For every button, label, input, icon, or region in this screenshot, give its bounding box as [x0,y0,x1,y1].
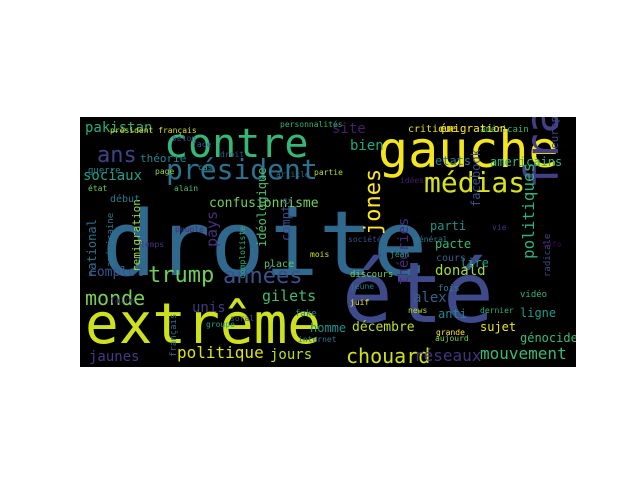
word-84: vie [492,223,507,232]
word-76: cas [198,163,213,172]
word-93: dernier [480,306,514,315]
word-36: compte [279,198,293,241]
word-17: politique [177,343,264,362]
word-74: jeune [350,282,374,291]
word-56: émigration [440,122,506,135]
word-45: anti [438,307,467,321]
word-16: réseaux [414,346,482,365]
word-49: théorie [140,152,186,165]
word-52: europe [548,117,561,149]
word-79: général [414,234,448,244]
word-72: selon [172,134,196,143]
word-68: news [408,306,427,315]
word-78: juif [350,298,369,307]
word-41: idéologique [255,168,269,247]
word-44: sujet [480,320,516,334]
word-62: discours [350,270,393,280]
word-47: remigration [130,199,143,272]
word-37: homme [310,321,346,335]
word-43: ligne [520,306,556,320]
word-91: peuple [175,225,204,234]
word-77: mois [310,250,329,259]
word-cloud: droiteétéextrêmegauchecontrefranceprésid… [80,117,576,367]
word-15: mouvement [480,344,567,363]
word-39: etats [435,154,471,168]
word-53: fois [438,284,460,294]
word-46: génocide [520,331,576,345]
word-58: français [169,314,179,357]
word-14: politiques [519,163,538,259]
word-13: ans [97,143,137,168]
word-64: complotiste [238,226,247,279]
word-67: fake [295,309,317,319]
word-27: décembre [352,320,415,335]
word-cloud-canvas: droiteétéextrêmegauchecontrefranceprésid… [83,117,576,367]
figure: droiteétéextrêmegauchecontrefranceprésid… [0,0,640,480]
word-30: bien [350,138,384,154]
word-48: début [110,193,140,205]
word-80: info [542,240,561,249]
word-75: faire [110,296,134,305]
word-61: guerre [88,166,121,176]
word-90: jean [390,250,409,259]
word-31: parti [430,219,466,233]
word-19: gilets [262,287,316,305]
word-81: temps [140,240,164,249]
word-8: trump [148,263,214,288]
word-69: internet [298,335,337,344]
word-50: place [264,259,294,270]
word-18: jaunes [89,349,140,365]
word-59: vidéo [520,289,547,300]
word-25: jours [270,347,312,363]
word-73: droit [220,150,244,159]
word-88: état [88,183,107,193]
word-83: alain [174,184,198,193]
word-92: personnalités [280,119,343,129]
word-51: cours [436,253,466,264]
word-82: article [276,170,310,179]
word-57: américaine [105,213,116,267]
word-89: société [348,234,382,244]
word-71: aujourd [435,334,469,343]
word-86: partie [314,168,343,177]
word-24: unis [192,300,226,316]
word-40: americains [490,155,562,169]
word-63: idées [400,175,424,185]
word-87: groupe [206,320,235,329]
word-23: pays [203,211,221,247]
word-12: jones [361,169,386,235]
word-94: président français [110,125,197,135]
word-65: page [155,167,174,176]
